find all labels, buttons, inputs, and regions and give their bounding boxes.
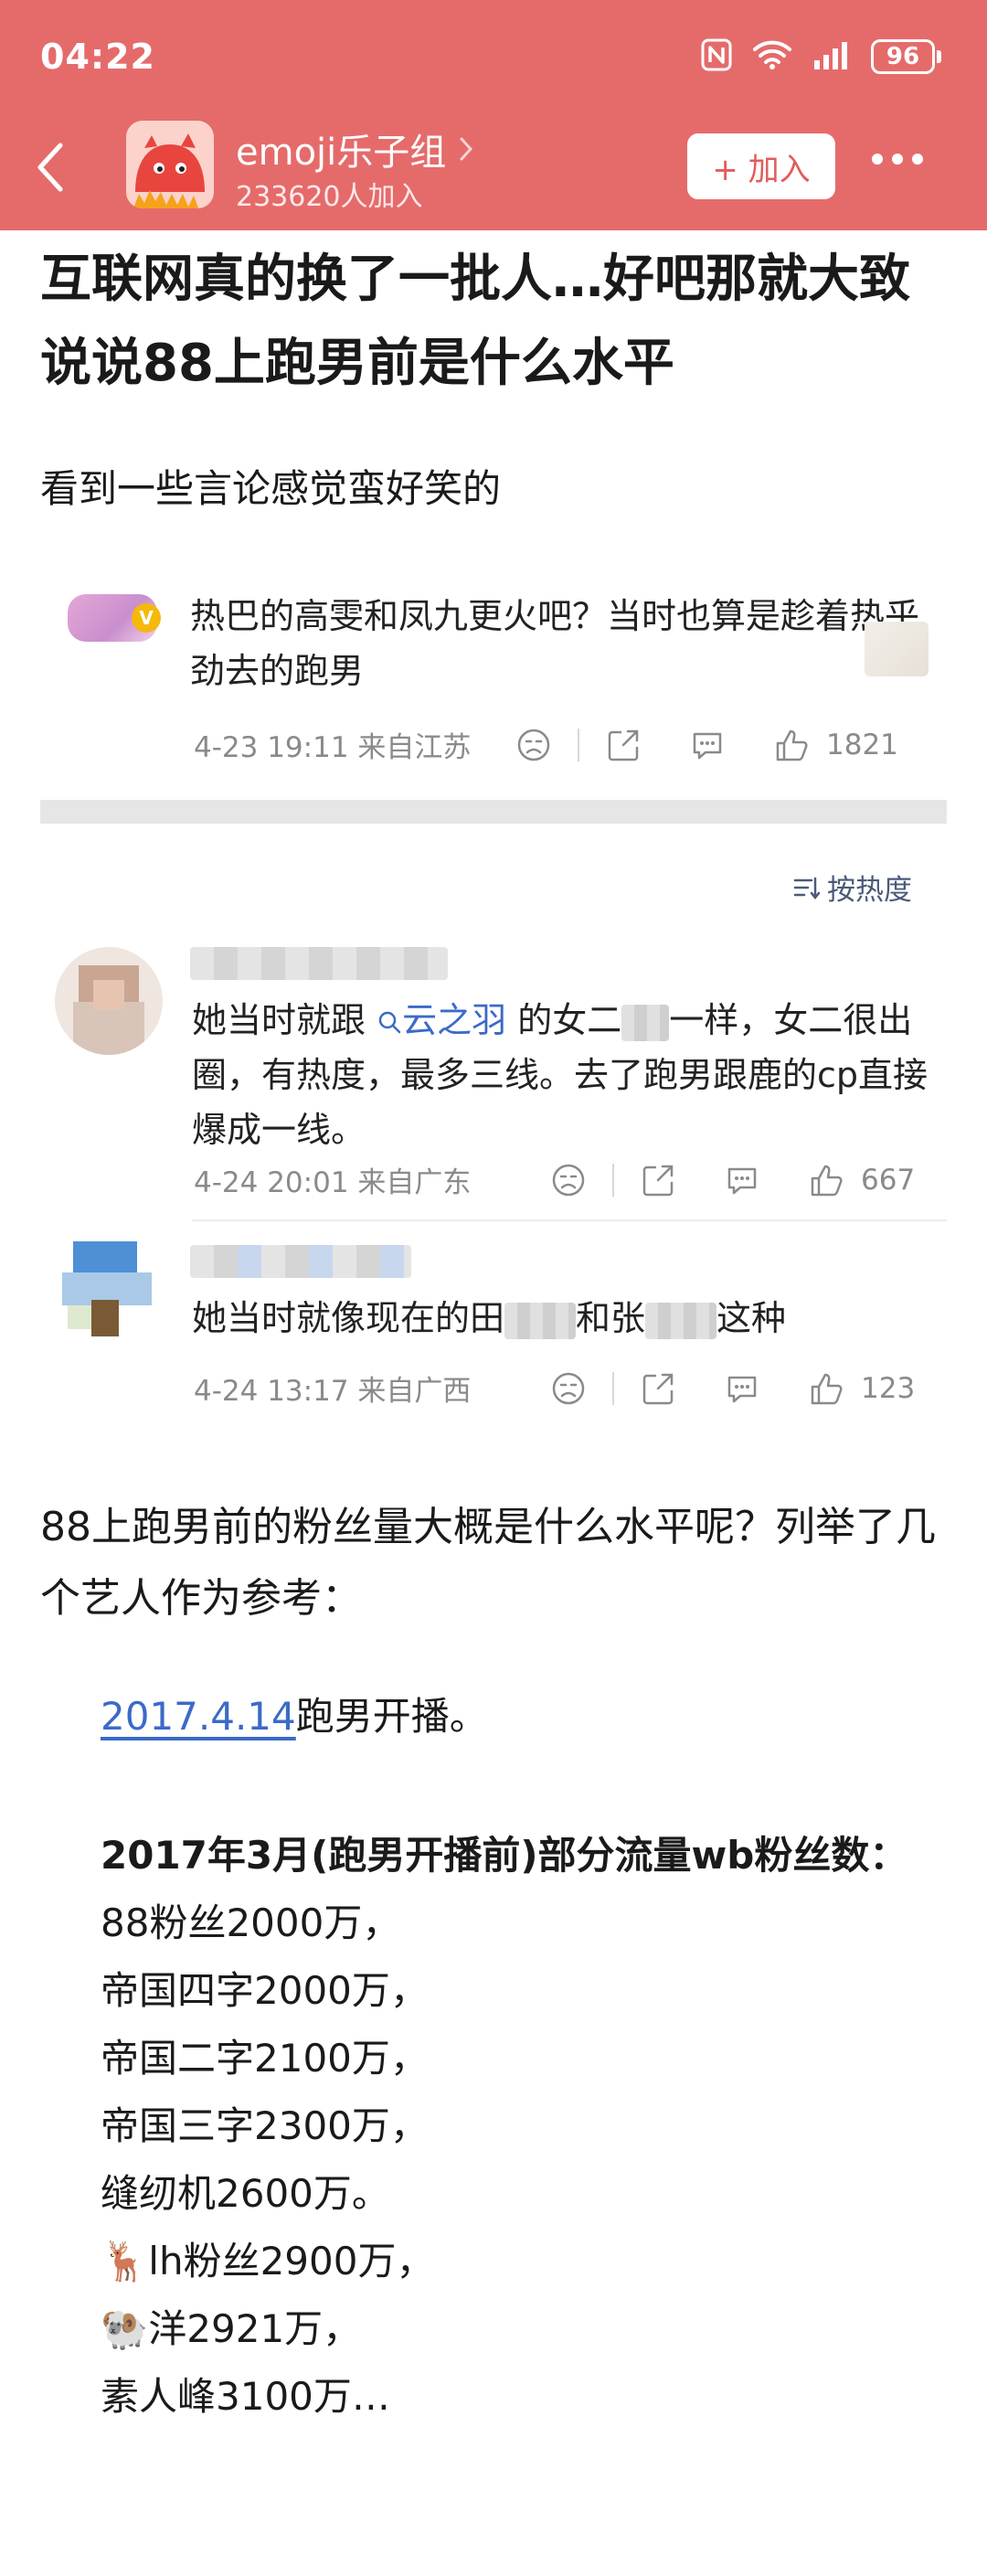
- post-title: 互联网真的换了一批人…好吧那就大致说说88上跑男前是什么水平: [40, 250, 910, 393]
- fan-count-line: 🐏洋2921万，: [101, 2306, 362, 2351]
- comment-avatar[interactable]: [55, 947, 163, 1055]
- wifi-icon: [752, 39, 792, 74]
- blurred-avatar-image: [55, 1240, 163, 1347]
- like-icon[interactable]: [808, 1162, 844, 1198]
- fan-count-line: 帝国二字2100万，: [101, 2036, 429, 2081]
- comment-icon[interactable]: [724, 1162, 760, 1198]
- dislike-icon[interactable]: [550, 1370, 587, 1407]
- join-button[interactable]: + 加入: [687, 133, 835, 199]
- dislike-icon[interactable]: [550, 1162, 587, 1198]
- quoted-like-count: 1821: [826, 728, 898, 761]
- comment-text: 她当时就像现在的田 和张 这种: [192, 1298, 787, 1339]
- blurred-avatar-image: [55, 947, 163, 1055]
- dislike-icon[interactable]: [515, 727, 552, 763]
- app-header: 04:22 96 emoji乐子组 233620人加入 + 加入: [0, 0, 987, 230]
- quoted-thumbnail: [865, 622, 929, 676]
- comment-like-count: 667: [861, 1163, 916, 1197]
- back-button[interactable]: [27, 135, 73, 199]
- blurred-name: [621, 1004, 670, 1041]
- nfc-icon: [701, 38, 732, 75]
- comment-divider: [192, 1219, 947, 1221]
- blurred-name: [504, 1302, 577, 1339]
- date-link[interactable]: 2017.4.14: [101, 1694, 296, 1739]
- comment-like-count: 123: [861, 1371, 916, 1405]
- quoted-comment-card[interactable]: V 热巴的高雯和凤九更火吧？当时也算是趁着热乎劲去的跑男 4-23 19:11 …: [40, 567, 947, 815]
- group-name-link[interactable]: emoji乐子组: [236, 122, 473, 176]
- comment-icon[interactable]: [724, 1370, 760, 1407]
- sort-by-heat-button[interactable]: 按热度: [792, 867, 912, 908]
- section-divider: [40, 800, 947, 824]
- comment-time-location: 4-24 20:01 来自广东: [194, 1166, 472, 1199]
- post-intro: 看到一些言论感觉蛮好笑的: [40, 466, 502, 511]
- signal-icon: [812, 40, 851, 73]
- chevron-left-icon: [37, 143, 63, 192]
- sort-label: 按热度: [827, 874, 912, 907]
- share-icon[interactable]: [605, 727, 642, 763]
- group-name: emoji乐子组: [236, 132, 447, 174]
- comment-meta-row: 4-24 20:01 来自广东 667: [194, 1159, 915, 1200]
- comment-icon[interactable]: [689, 727, 726, 763]
- mention-link[interactable]: 云之羽: [366, 1000, 506, 1040]
- share-icon[interactable]: [640, 1162, 676, 1198]
- verified-badge-icon: V: [132, 603, 161, 633]
- blurred-name: [645, 1302, 717, 1339]
- fan-count-line: 88粉丝2000万，: [101, 1900, 401, 1945]
- member-count: 233620人加入: [236, 181, 423, 213]
- fan-count-line: 🦌lh粉丝2900万，: [101, 2239, 435, 2283]
- group-avatar-image: [126, 121, 214, 208]
- battery-level: 96: [871, 39, 935, 74]
- comment-text: 她当时就跟 云之羽 的女二 一样，女二很出圈，有热度，最多三线。去了跑男跟鹿的cp…: [192, 1000, 929, 1150]
- like-icon[interactable]: [773, 727, 810, 763]
- chevron-right-icon: [460, 137, 473, 161]
- comment-username[interactable]: [190, 947, 448, 980]
- status-icons: 96: [701, 38, 941, 75]
- premiere-line: 2017.4.14跑男开播。: [101, 1694, 488, 1739]
- quoted-comment-text: 热巴的高雯和凤九更火吧？当时也算是趁着热乎劲去的跑男: [190, 596, 920, 691]
- body-question: 88上跑男前的粉丝量大概是什么水平呢？列举了几个艺人作为参考：: [40, 1504, 936, 1622]
- group-avatar[interactable]: [126, 121, 214, 208]
- more-options-button[interactable]: [872, 154, 923, 165]
- search-icon: [378, 1011, 401, 1034]
- comment-time-location: 4-24 13:17 来自广西: [194, 1375, 472, 1408]
- status-time: 04:22: [40, 37, 155, 77]
- more-dot-icon: [872, 154, 883, 165]
- comment-username[interactable]: [190, 1245, 411, 1278]
- quoted-meta-row: 4-23 19:11 来自江苏 1821: [194, 724, 898, 765]
- list-heading: 2017年3月(跑男开播前)部分流量wb粉丝数：: [101, 1833, 908, 1878]
- sort-icon: [793, 877, 821, 899]
- comment-meta-row: 4-24 13:17 来自广西 123: [194, 1368, 915, 1409]
- fan-count-line: 缝纫机2600万。: [101, 2171, 390, 2216]
- battery-icon: 96: [871, 39, 941, 74]
- fan-count-line: 素人峰3100万…: [101, 2374, 390, 2419]
- fan-count-line: 帝国三字2300万，: [101, 2103, 429, 2148]
- share-icon[interactable]: [640, 1370, 676, 1407]
- like-icon[interactable]: [808, 1370, 844, 1407]
- fan-count-line: 帝国四字2000万，: [101, 1968, 429, 2013]
- comment-avatar[interactable]: [55, 1240, 163, 1347]
- quoted-time-location: 4-23 19:11 来自江苏: [194, 731, 472, 764]
